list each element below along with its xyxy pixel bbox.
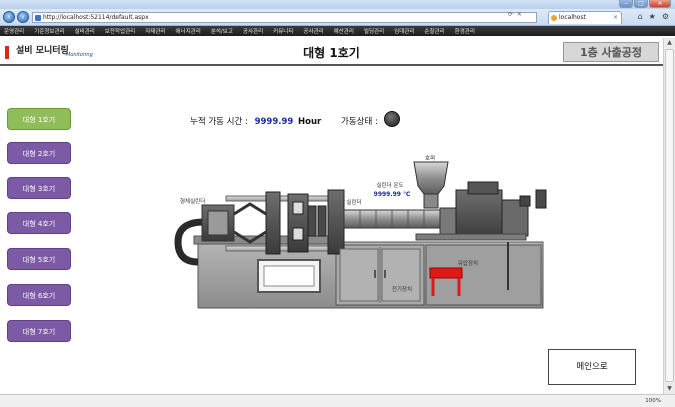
injection-barrel (343, 207, 457, 235)
tab-title: localhost (559, 14, 586, 21)
gear-icon[interactable]: ⚙ (662, 12, 669, 21)
status-bar: 100% (0, 394, 675, 407)
injection-machine-diagram: 호퍼 실린더 온도 9999.99 ℃ 형체실린더 타이바 실린더 금형 유압장… (174, 154, 547, 309)
machine-button[interactable]: 대형 5호기 (7, 248, 71, 270)
label-clamp-cylinder: 형체실린더 (180, 197, 205, 205)
menu-item[interactable]: 분석/보고 (211, 27, 233, 35)
menu-item[interactable]: 공사관리 (303, 27, 323, 35)
vertical-scrollbar[interactable]: ▲ ▼ (663, 38, 675, 394)
forward-icon[interactable]: › (17, 11, 29, 23)
label-cylinder: 실린더 (346, 198, 361, 206)
machine-button[interactable]: 대형 7호기 (7, 320, 71, 342)
runtime-label: 누적 가동 시간 : (190, 117, 248, 127)
menu-item[interactable]: 에너지관리 (176, 27, 201, 35)
home-icon[interactable]: ⌂ (638, 12, 643, 21)
machine-button[interactable]: 대형 1호기 (7, 108, 71, 130)
close-tab-icon[interactable]: × (613, 12, 618, 24)
machine-button[interactable]: 대형 6호기 (7, 284, 71, 306)
url-input[interactable]: http://localhost:52114/default.aspx (32, 12, 537, 23)
operation-state-label: 가동상태 : (341, 117, 378, 127)
label-mold: 금형 (255, 224, 265, 231)
clamp-cylinder (201, 204, 235, 242)
facility-label: 1층 사출공정 (563, 42, 659, 62)
label-tie-bar: 타이바 (250, 188, 265, 196)
minimize-icon[interactable]: – (619, 0, 633, 8)
scroll-up-icon[interactable]: ▲ (664, 38, 675, 48)
menu-item[interactable]: 예산관리 (334, 27, 354, 35)
favorites-icon[interactable]: ★ (649, 12, 656, 21)
menu-item[interactable]: 설비관리 (75, 27, 95, 35)
status-lamp-icon (384, 111, 400, 127)
label-hydraulic: 유압장치 (458, 259, 478, 267)
browser-tab[interactable]: localhost × (548, 11, 622, 24)
browser-window: – □ ✕ ‹ › http://localhost:52114/default… (0, 0, 675, 407)
ie-icon (551, 15, 557, 21)
close-window-icon[interactable]: ✕ (649, 0, 671, 8)
maximize-icon[interactable]: □ (634, 0, 648, 8)
menu-item[interactable]: 자재관리 (145, 27, 165, 35)
machine-button[interactable]: 대형 4호기 (7, 212, 71, 234)
label-hopper: 호퍼 (425, 154, 435, 162)
menu-item[interactable]: 공사관리 (243, 27, 263, 35)
label-cylinder-temp: 실린더 온도 (376, 181, 403, 189)
menu-item[interactable]: 기준정보관리 (34, 27, 64, 35)
menu-item[interactable]: 임대관리 (394, 27, 414, 35)
page-icon (35, 15, 41, 21)
platens (265, 189, 345, 255)
page-header: 설비 모니터링 Monitoring 대형 1호기 1층 사출공정 (0, 38, 663, 66)
address-bar: ‹ › http://localhost:52114/default.aspx … (0, 9, 675, 26)
main-button[interactable]: 메인으로 (548, 349, 636, 385)
window-titlebar: – □ ✕ (0, 0, 675, 9)
scroll-thumb[interactable] (665, 49, 674, 382)
back-icon[interactable]: ‹ (3, 11, 15, 23)
machine-button[interactable]: 대형 2호기 (7, 142, 71, 164)
runtime-display: 누적 가동 시간 : 9999.99 Hour (190, 115, 321, 127)
menu-item[interactable]: 순찰관리 (424, 27, 444, 35)
menu-item[interactable]: 환경관리 (455, 27, 475, 35)
runtime-unit: Hour (298, 117, 322, 127)
runtime-value: 9999.99 (254, 117, 294, 127)
mold (307, 205, 327, 237)
menu-item[interactable]: 운영관리 (4, 27, 24, 35)
url-text: http://localhost:52114/default.aspx (43, 14, 149, 21)
machine-button[interactable]: 대형 3호기 (7, 177, 71, 199)
scroll-down-icon[interactable]: ▼ (664, 384, 675, 394)
menu-item[interactable]: 커뮤니티 (273, 27, 293, 35)
value-cylinder-temp: 9999.99 ℃ (374, 191, 411, 198)
hopper (413, 161, 449, 209)
label-electric: 전기장치 (392, 285, 412, 293)
menu-item[interactable]: 보전작업관리 (105, 27, 135, 35)
menu-item[interactable]: 빌딩관리 (364, 27, 384, 35)
zoom-level[interactable]: 100% (645, 398, 661, 404)
refresh-icon[interactable]: ⟳ ✕ (508, 11, 523, 18)
app-menu: 운영관리 기준정보관리 설비관리 보전작업관리 자재관리 에너지관리 분석/보고 공사관리 커뮤… (0, 26, 675, 36)
